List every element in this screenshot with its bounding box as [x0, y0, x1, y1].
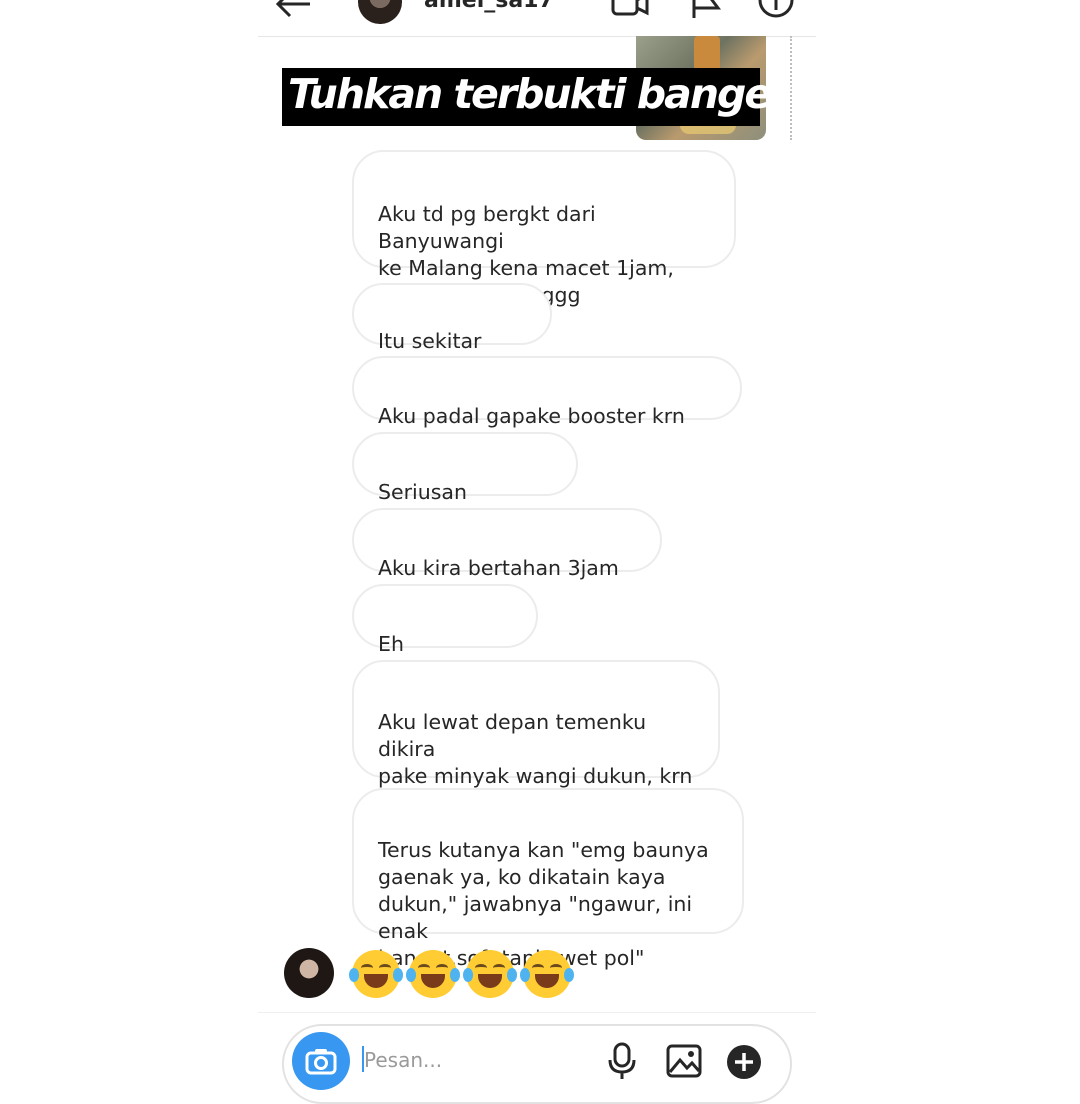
- composer-divider: [258, 1012, 816, 1013]
- contact-username[interactable]: amel_sa17: [424, 0, 554, 13]
- overlay-caption-text: Tuhkan terbukti banget: [288, 70, 790, 118]
- message-bubble[interactable]: Eh enggaaaaa: [352, 584, 538, 683]
- emoji-reply[interactable]: [349, 950, 575, 1000]
- gallery-icon[interactable]: [666, 1042, 702, 1080]
- message-bubble[interactable]: Aku td pg bergkt dari Banyuwangi ke Mala…: [352, 150, 736, 307]
- message-composer[interactable]: [282, 1024, 792, 1104]
- message-bubble[interactable]: Aku lewat depan temenku dikira pake miny…: [352, 660, 720, 816]
- message-bubble[interactable]: Terus kutanya kan "emg baunya gaenak ya,…: [352, 788, 744, 970]
- flag-icon[interactable]: [686, 0, 726, 20]
- message-bubble[interactable]: Seriusan gaboong: [352, 432, 578, 531]
- microphone-icon[interactable]: [604, 1042, 640, 1080]
- message-bubble[interactable]: Aku padal gapake booster krn lupa: [352, 356, 742, 455]
- camera-icon: [305, 1049, 337, 1075]
- overlay-caption: Tuhkan terbukti banget: [282, 68, 790, 126]
- info-icon[interactable]: [756, 0, 796, 20]
- tears-of-joy-emoji-icon: [349, 950, 403, 998]
- chat-header: amel_sa17: [258, 0, 816, 37]
- message-input[interactable]: Pesan...: [364, 1048, 442, 1072]
- tears-of-joy-emoji-icon: [463, 950, 518, 998]
- tears-of-joy-emoji-icon: [406, 950, 461, 998]
- tears-of-joy-emoji-icon: [520, 950, 575, 998]
- message-bubble[interactable]: Itu sekitar 9jam: [352, 283, 552, 380]
- contact-avatar[interactable]: [358, 0, 402, 24]
- sender-avatar[interactable]: [284, 948, 334, 998]
- thread-divider: [790, 36, 792, 140]
- message-bubble[interactable]: Aku kira bertahan 3jam aja: [352, 508, 662, 607]
- back-arrow-icon[interactable]: [274, 0, 314, 22]
- video-call-icon[interactable]: [610, 0, 650, 20]
- plus-icon[interactable]: [726, 1042, 762, 1080]
- camera-button[interactable]: [292, 1032, 350, 1090]
